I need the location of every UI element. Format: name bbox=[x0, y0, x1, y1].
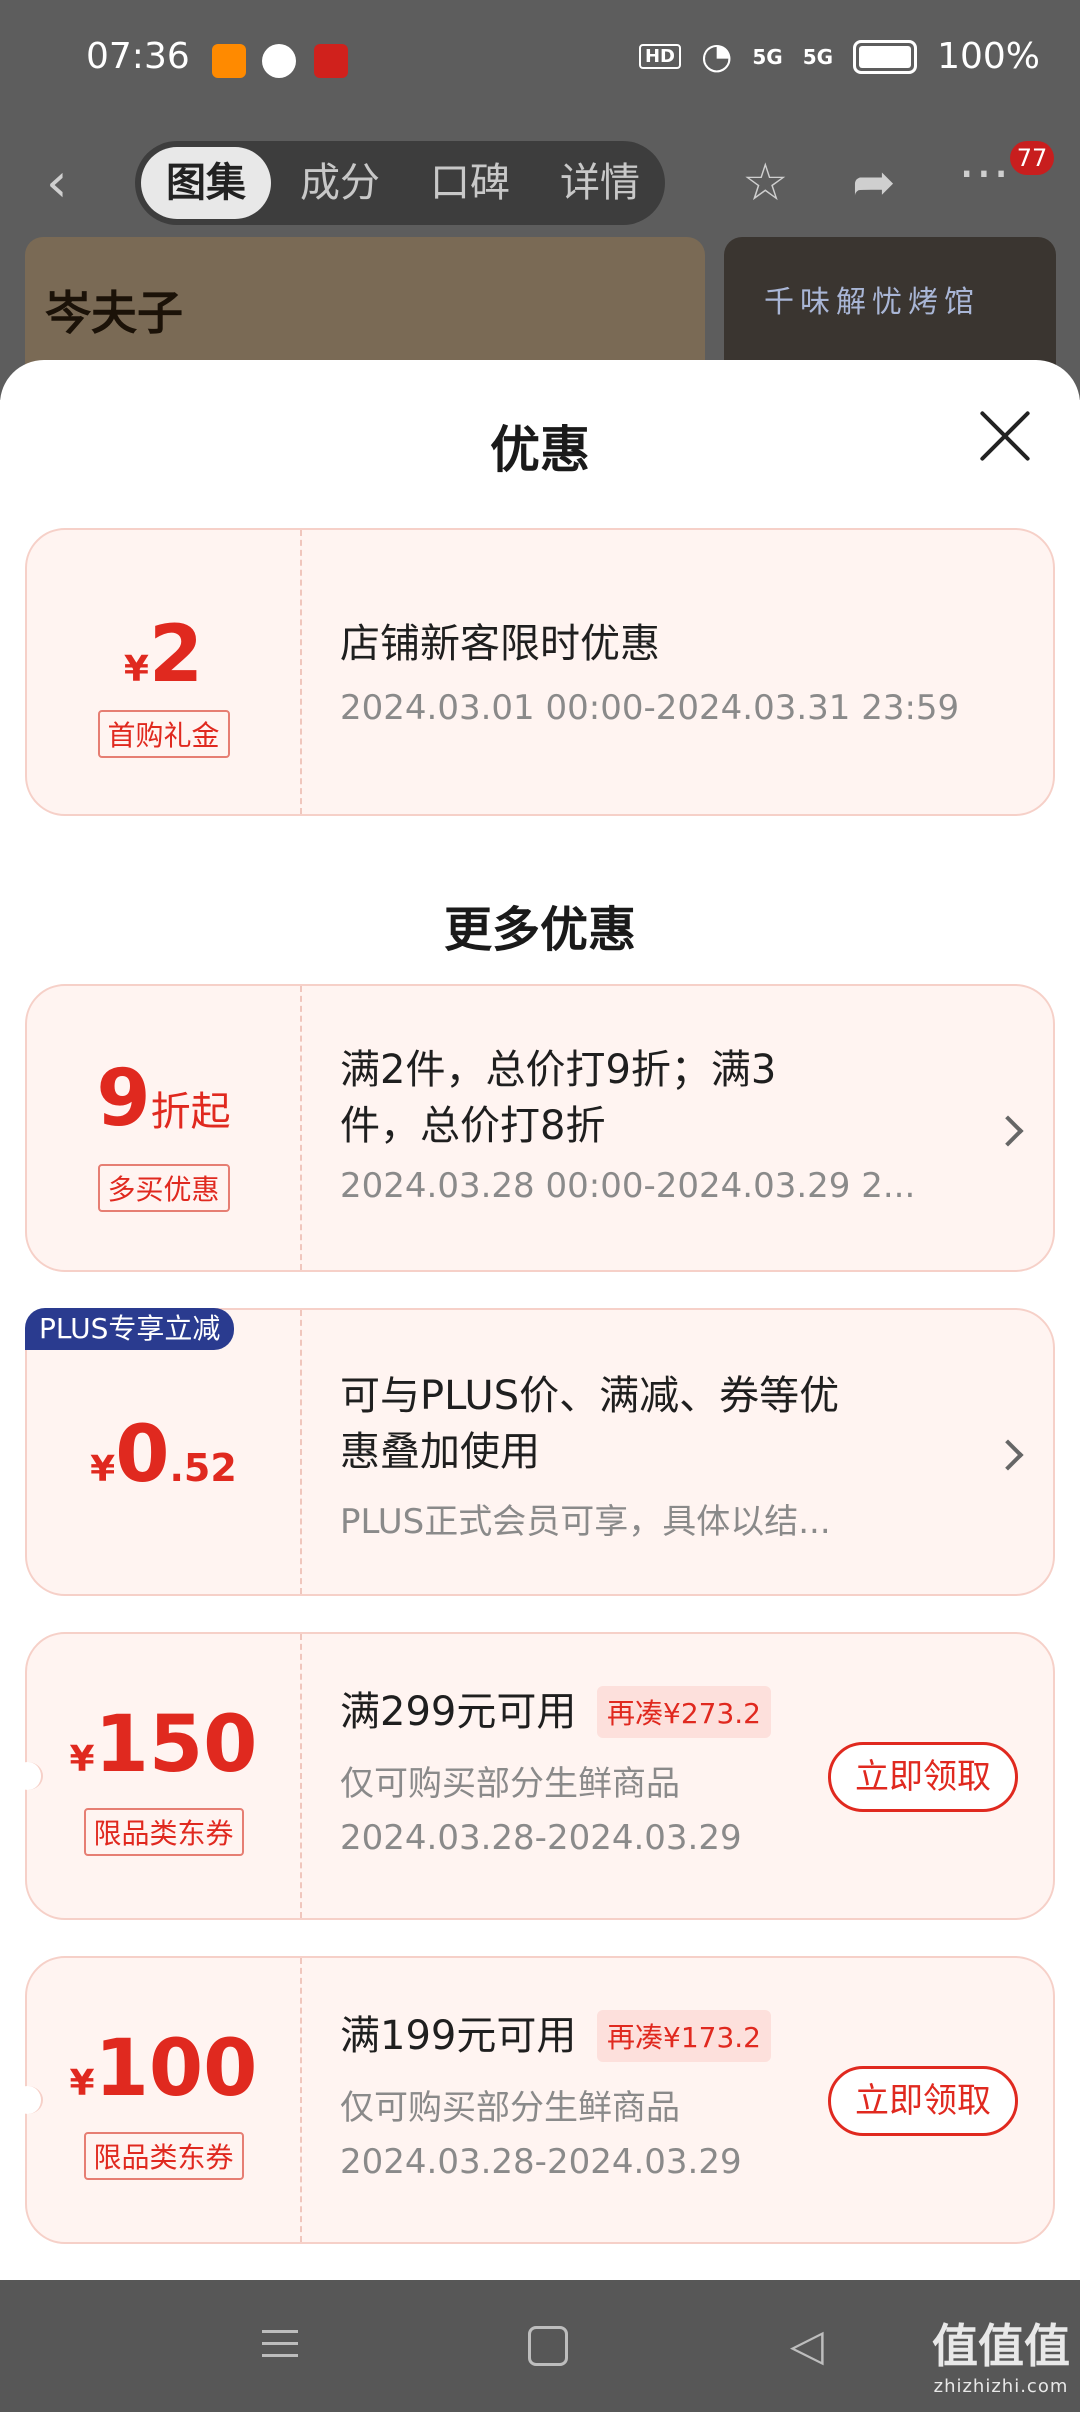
coupon-period: 2024.03.28-2024.03.29 bbox=[340, 1818, 742, 1858]
tab-details[interactable]: 详情 bbox=[535, 141, 665, 225]
coupon-card-100: ¥100 限品类东券 满199元可用 再凑¥173.2 仅可购买部分生鲜商品 2… bbox=[13, 1956, 1055, 2244]
status-time: 07:36 bbox=[86, 36, 190, 77]
star-icon[interactable]: ☆ bbox=[742, 153, 789, 213]
new-customer-amount: ¥2 bbox=[123, 610, 204, 700]
brand-logo-text: 岑夫子 bbox=[45, 286, 183, 340]
coupon-scope: 仅可购买部分生鲜商品 bbox=[340, 1764, 680, 1804]
signal-5g-icon-2: 5G bbox=[802, 44, 834, 69]
new-customer-card: ¥2 首购礼金 店铺新客限时优惠 2024.03.01 00:00-2024.0… bbox=[25, 528, 1055, 816]
card-divider bbox=[300, 1958, 302, 2242]
system-nav-bar: ◁ 值值值 zhizhizhi.com bbox=[0, 2280, 1080, 2412]
card-divider bbox=[300, 1634, 302, 1918]
coupon-period: 2024.03.28-2024.03.29 bbox=[340, 2142, 742, 2182]
battery-percent: 100% bbox=[937, 36, 1040, 77]
multi-buy-title-line2: 件，总价打8折 bbox=[340, 1103, 606, 1149]
tab-ingredients[interactable]: 成分 bbox=[275, 141, 405, 225]
coupon-amount: ¥150 bbox=[69, 1700, 258, 1790]
store-sign-text: 千味解忧烤馆 bbox=[764, 285, 980, 320]
card-divider bbox=[300, 986, 302, 1270]
sheet-title: 优惠 bbox=[490, 421, 590, 479]
tab-gallery[interactable]: 图集 bbox=[141, 147, 271, 219]
coupon-condition: 满199元可用 bbox=[340, 2013, 577, 2059]
taobao-icon bbox=[212, 44, 246, 78]
multi-buy-discount: 9折起 bbox=[96, 1054, 231, 1144]
signal-5g-icon-1: 5G bbox=[752, 44, 783, 69]
back-arrow-icon[interactable]: ‹ bbox=[46, 155, 102, 211]
back-triangle-icon[interactable]: ◁ bbox=[790, 2320, 824, 2371]
close-icon[interactable] bbox=[975, 406, 1035, 466]
more-icon[interactable]: ⋯ bbox=[958, 143, 1010, 203]
more-discounts-title: 更多优惠 bbox=[443, 902, 636, 958]
coupon-card-150: ¥150 限品类东券 满299元可用 再凑¥273.2 仅可购买部分生鲜商品 2… bbox=[13, 1632, 1055, 1920]
coupon-category-tag: 限品类东券 bbox=[83, 1808, 244, 1856]
top-nav: ‹ 图集 成分 口碑 详情 ☆ ➦ ⋯ 77 bbox=[0, 135, 1080, 230]
hd-voice-icon: HD bbox=[638, 44, 681, 69]
multi-buy-tag: 多买优惠 bbox=[97, 1164, 230, 1212]
watermark-main: 值值值 bbox=[932, 2319, 1070, 2373]
remaining-amount-tag: 再凑¥273.2 bbox=[597, 1686, 771, 1738]
coupon-scope: 仅可购买部分生鲜商品 bbox=[340, 2088, 680, 2128]
watermark: 值值值 zhizhizhi.com bbox=[932, 2310, 1070, 2397]
message-count-badge: 77 bbox=[1010, 141, 1054, 175]
tab-bar: 图集 成分 口碑 详情 bbox=[135, 141, 665, 225]
claim-button[interactable]: 立即领取 bbox=[828, 1742, 1018, 1812]
claim-button[interactable]: 立即领取 bbox=[828, 2066, 1018, 2136]
remaining-amount-tag: 再凑¥173.2 bbox=[597, 2010, 771, 2062]
battery-icon bbox=[853, 39, 918, 74]
discount-sheet: 优惠 ¥2 首购礼金 店铺新客限时优惠 2024.03.01 00:00-202… bbox=[0, 360, 1080, 2280]
wifi-icon: ◔ bbox=[700, 36, 733, 77]
coupon-category-tag: 限品类东券 bbox=[83, 2132, 244, 2180]
plus-description: PLUS正式会员可享，具体以结... bbox=[340, 1502, 831, 1542]
share-icon[interactable]: ➦ bbox=[852, 153, 896, 213]
new-customer-period: 2024.03.01 00:00-2024.03.31 23:59 bbox=[340, 688, 960, 728]
chevron-right-icon bbox=[992, 1115, 1024, 1147]
plus-title-line2: 惠叠加使用 bbox=[340, 1429, 540, 1475]
menu-icon[interactable] bbox=[262, 2328, 298, 2360]
card-divider bbox=[300, 530, 302, 814]
card-divider bbox=[300, 1310, 302, 1594]
plus-discount-amount: ¥0.52 bbox=[90, 1410, 237, 1500]
watermark-url: zhizhizhi.com bbox=[933, 2376, 1069, 2397]
chevron-right-icon bbox=[992, 1439, 1024, 1471]
background-page: 07:36 HD ◔ 5G 5G 100% ‹ 图集 成分 口碑 详情 ☆ ➦ … bbox=[0, 0, 1080, 407]
multi-buy-card[interactable]: 9折起 多买优惠 满2件，总价打9折；满3 件，总价打8折 2024.03.28… bbox=[25, 984, 1055, 1272]
multi-buy-period: 2024.03.28 00:00-2024.03.29 2... bbox=[340, 1166, 916, 1206]
multi-buy-title-line1: 满2件，总价打9折；满3 bbox=[340, 1047, 777, 1093]
coupon-condition: 满299元可用 bbox=[340, 1689, 577, 1735]
first-purchase-tag: 首购礼金 bbox=[97, 710, 230, 758]
coupon-amount: ¥100 bbox=[69, 2024, 258, 2114]
tab-reviews[interactable]: 口碑 bbox=[405, 141, 535, 225]
study-app-icon bbox=[314, 44, 348, 78]
wechat-icon bbox=[262, 44, 296, 78]
new-customer-title: 店铺新客限时优惠 bbox=[340, 621, 660, 667]
status-bar: 07:36 HD ◔ 5G 5G 100% bbox=[0, 0, 1080, 125]
plus-title-line1: 可与PLUS价、满减、券等优 bbox=[340, 1373, 840, 1419]
home-icon[interactable] bbox=[528, 2326, 568, 2366]
plus-card[interactable]: PLUS专享立减 ¥0.52 可与PLUS价、满减、券等优 惠叠加使用 PLUS… bbox=[25, 1308, 1055, 1596]
